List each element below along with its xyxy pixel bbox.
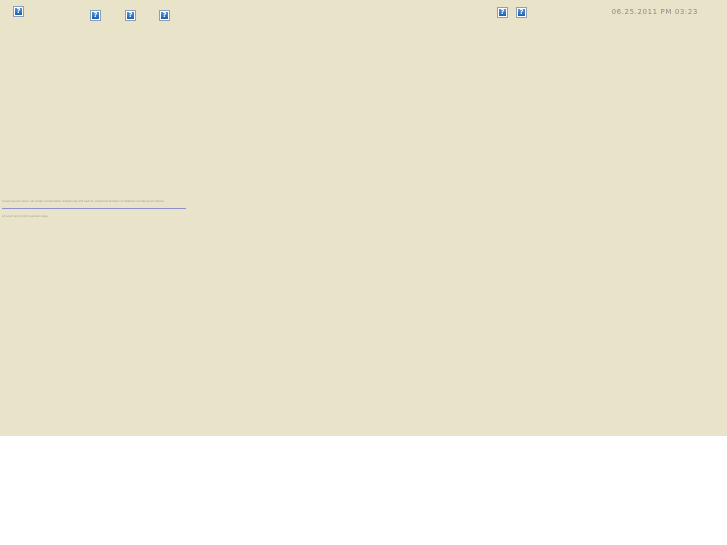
timestamp: 06.25.2011 PM 03:23 bbox=[611, 8, 698, 16]
page-area: ? ? ? ? ? ? 06.25.2011 PM 03:23 lorem ip… bbox=[0, 0, 727, 436]
footnote-text: ut enim ad minim veniam quis bbox=[2, 214, 48, 218]
broken-image-icon[interactable]: ? bbox=[159, 10, 170, 21]
broken-image-icon[interactable]: ? bbox=[90, 10, 101, 21]
caption-text: lorem ipsum dolor sit amet consectetur a… bbox=[2, 199, 165, 203]
broken-image-icon[interactable]: ? bbox=[125, 10, 136, 21]
divider-line bbox=[2, 208, 186, 209]
broken-image-icon[interactable]: ? bbox=[13, 6, 24, 17]
broken-image-icon[interactable]: ? bbox=[516, 7, 527, 18]
broken-image-icon[interactable]: ? bbox=[497, 7, 508, 18]
